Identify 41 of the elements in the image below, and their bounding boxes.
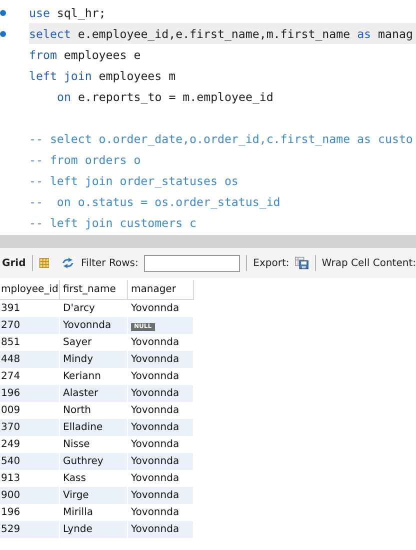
- table-cell: Yovonnda: [128, 453, 194, 470]
- refresh-icon[interactable]: [61, 256, 76, 270]
- table-cell: 529: [0, 521, 60, 538]
- table-cell: Virge: [60, 487, 128, 504]
- table-cell: 448: [0, 351, 60, 368]
- code-line: use sql_hr;: [29, 6, 106, 20]
- table-cell: 900: [0, 487, 60, 504]
- table-cell: Mindy: [60, 351, 128, 368]
- column-header[interactable]: manager: [128, 280, 194, 300]
- code-line: -- select o.order_date,o.order_id,c.first_name as custo: [29, 132, 413, 146]
- code-line: left join employees m: [29, 68, 176, 82]
- code-line: on e.reports_to = m.employee_id: [56, 90, 274, 104]
- table-cell: Yovonnda: [128, 385, 194, 402]
- table-cell: 370: [0, 419, 60, 436]
- filter-rows-label: Filter Rows:: [81, 258, 138, 268]
- filter-rows-field[interactable]: [144, 254, 240, 272]
- code-line: -- left join order_statuses os: [29, 174, 238, 188]
- column-header[interactable]: mployee_id: [0, 280, 60, 300]
- table-cell: 270: [0, 317, 60, 334]
- code-line: -- from orders o: [29, 152, 141, 166]
- table-cell: Elladine: [60, 419, 128, 436]
- code-line: from employees e: [29, 48, 141, 62]
- code-line: -- left join customers c: [29, 216, 197, 230]
- wrap-cell-content-label: Wrap Cell Content:: [322, 258, 416, 268]
- columns-icon[interactable]: [38, 256, 50, 270]
- export-label: Export:: [253, 258, 290, 268]
- code-line: select e.employee_id,e.first_name,m.first_name as manag: [29, 26, 413, 40]
- table-cell: Yovonnda: [128, 351, 194, 368]
- table-cell: 540: [0, 453, 60, 470]
- table-cell: Lynde: [60, 521, 128, 538]
- table-cell: 196: [0, 385, 60, 402]
- table-cell: Yovonnda: [128, 521, 194, 538]
- column-header[interactable]: first_name: [60, 280, 128, 300]
- table-cell: Yovonnda: [60, 317, 128, 334]
- table-cell: Yovonnda: [128, 419, 194, 436]
- table-cell: Alaster: [60, 385, 128, 402]
- code-line: -- on o.status = os.order_status_id: [29, 194, 280, 208]
- table-cell: Yovonnda: [128, 487, 194, 504]
- table-cell: Guthrey: [60, 453, 128, 470]
- export-icon[interactable]: [295, 255, 310, 271]
- result-grid-label: Grid: [2, 258, 26, 268]
